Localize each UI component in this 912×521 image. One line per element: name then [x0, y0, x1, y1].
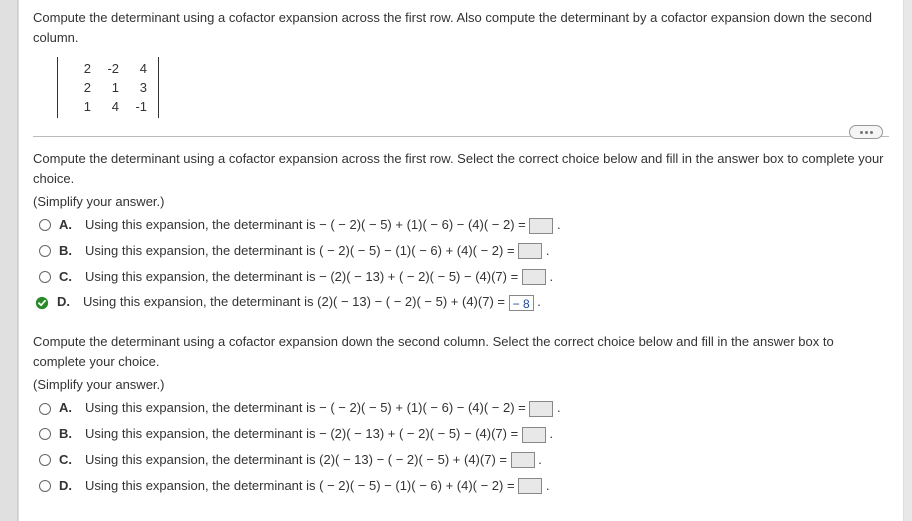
choice-expr: − ( − 2)( − 5) + (1)( − 6) − (4)( − 2) =	[319, 217, 526, 232]
radio-icon[interactable]	[39, 219, 51, 231]
radio-icon[interactable]	[39, 245, 51, 257]
period: .	[549, 269, 553, 284]
question-page: Compute the determinant using a cofactor…	[18, 0, 904, 521]
choice-letter: A.	[59, 215, 77, 236]
choice-letter: B.	[59, 241, 77, 262]
choice-letter: C.	[59, 267, 77, 288]
radio-icon[interactable]	[39, 428, 51, 440]
part1-choice-a[interactable]: A. Using this expansion, the determinant…	[39, 215, 889, 236]
question-prompt: Compute the determinant using a cofactor…	[33, 8, 889, 47]
more-icon[interactable]	[849, 125, 883, 139]
part2-choice-d[interactable]: D. Using this expansion, the determinant…	[39, 476, 889, 497]
matrix-cell: 2	[66, 59, 94, 78]
matrix-cell: 1	[66, 97, 94, 116]
period: .	[537, 294, 541, 309]
choice-text: Using this expansion, the determinant is…	[85, 398, 561, 419]
matrix-cell: -2	[94, 59, 122, 78]
part2-choice-a[interactable]: A. Using this expansion, the determinant…	[39, 398, 889, 419]
answer-input[interactable]	[529, 218, 553, 234]
separator	[33, 136, 889, 137]
radio-icon[interactable]	[39, 454, 51, 466]
choice-expr: − ( − 2)( − 5) + (1)( − 6) − (4)( − 2) =	[319, 400, 526, 415]
choice-text: Using this expansion, the determinant is…	[85, 215, 561, 236]
part1-choice-b[interactable]: B. Using this expansion, the determinant…	[39, 241, 889, 262]
period: .	[538, 452, 542, 467]
choice-expr: ( − 2)( − 5) − (1)( − 6) + (4)( − 2) =	[319, 243, 514, 258]
radio-icon[interactable]	[39, 403, 51, 415]
matrix: 2 -2 4 2 1 3 1 4 -1	[57, 57, 159, 118]
part2-instruction: Compute the determinant using a cofactor…	[33, 332, 889, 371]
choice-letter: D.	[57, 292, 75, 313]
choice-prefix: Using this expansion, the determinant is	[85, 269, 319, 284]
choice-letter: C.	[59, 450, 77, 471]
choice-letter: B.	[59, 424, 77, 445]
answer-input[interactable]	[522, 269, 546, 285]
part1-choice-d[interactable]: D. Using this expansion, the determinant…	[39, 292, 889, 313]
choice-prefix: Using this expansion, the determinant is	[85, 478, 319, 493]
choice-prefix: Using this expansion, the determinant is	[85, 400, 319, 415]
answer-input[interactable]	[518, 478, 542, 494]
answer-input[interactable]	[529, 401, 553, 417]
answer-input[interactable]: − 8	[509, 295, 534, 311]
part2-choice-c[interactable]: C. Using this expansion, the determinant…	[39, 450, 889, 471]
choice-text: Using this expansion, the determinant is…	[85, 424, 553, 445]
choice-text: Using this expansion, the determinant is…	[85, 267, 553, 288]
choice-expr: (2)( − 13) − ( − 2)( − 5) + (4)(7) =	[319, 452, 507, 467]
matrix-cell: 2	[66, 78, 94, 97]
radio-icon[interactable]	[39, 480, 51, 492]
matrix-cell: -1	[122, 97, 150, 116]
choice-expr: − (2)( − 13) + ( − 2)( − 5) − (4)(7) =	[319, 269, 518, 284]
part2-simplify: (Simplify your answer.)	[33, 377, 889, 392]
part1-choice-c[interactable]: C. Using this expansion, the determinant…	[39, 267, 889, 288]
period: .	[557, 217, 561, 232]
choice-expr: − (2)( − 13) + ( − 2)( − 5) − (4)(7) =	[319, 426, 518, 441]
choice-text: Using this expansion, the determinant is…	[85, 241, 549, 262]
left-gutter	[0, 0, 18, 521]
choice-letter: A.	[59, 398, 77, 419]
part1-simplify: (Simplify your answer.)	[33, 194, 889, 209]
choice-text: Using this expansion, the determinant is…	[85, 450, 542, 471]
matrix-cell: 1	[94, 78, 122, 97]
answer-input[interactable]	[522, 427, 546, 443]
part2-choice-b[interactable]: B. Using this expansion, the determinant…	[39, 424, 889, 445]
matrix-cell: 4	[122, 59, 150, 78]
choice-text: Using this expansion, the determinant is…	[83, 292, 541, 313]
matrix-cell: 4	[94, 97, 122, 116]
period: .	[546, 243, 550, 258]
period: .	[549, 426, 553, 441]
period: .	[546, 478, 550, 493]
part1-instruction: Compute the determinant using a cofactor…	[33, 149, 889, 188]
period: .	[557, 400, 561, 415]
choice-expr: ( − 2)( − 5) − (1)( − 6) + (4)( − 2) =	[319, 478, 514, 493]
answer-input[interactable]	[511, 452, 535, 468]
matrix-cell: 3	[122, 78, 150, 97]
check-icon	[35, 296, 49, 310]
choice-expr: (2)( − 13) − ( − 2)( − 5) + (4)(7) =	[317, 294, 505, 309]
answer-input[interactable]	[518, 243, 542, 259]
choice-prefix: Using this expansion, the determinant is	[85, 217, 319, 232]
choice-prefix: Using this expansion, the determinant is	[83, 294, 317, 309]
choice-letter: D.	[59, 476, 77, 497]
choice-prefix: Using this expansion, the determinant is	[85, 426, 319, 441]
choice-text: Using this expansion, the determinant is…	[85, 476, 549, 497]
choice-prefix: Using this expansion, the determinant is	[85, 452, 319, 467]
radio-icon[interactable]	[39, 271, 51, 283]
choice-prefix: Using this expansion, the determinant is	[85, 243, 319, 258]
